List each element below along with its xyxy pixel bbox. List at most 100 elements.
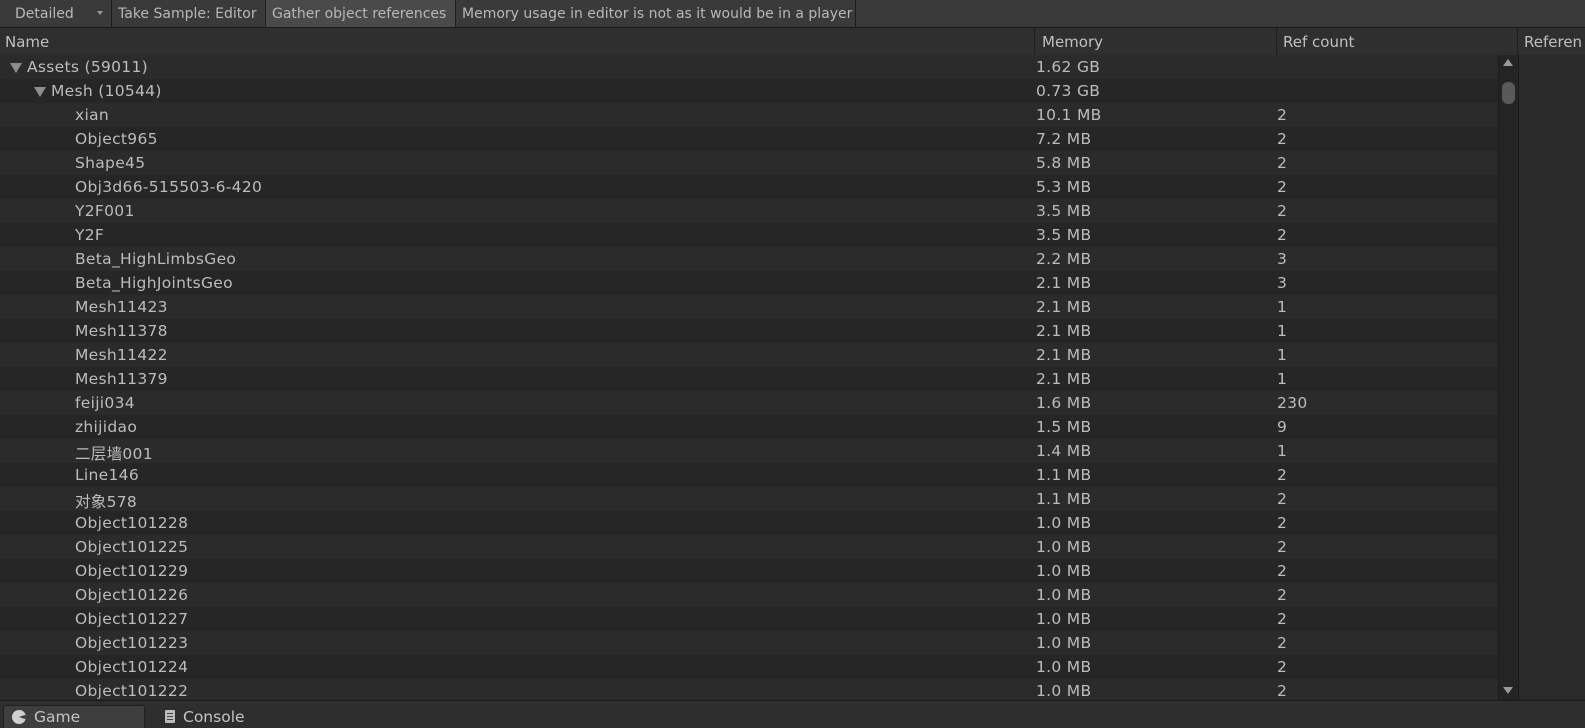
row-name: Object101222 bbox=[75, 682, 189, 700]
row-name: Mesh11422 bbox=[75, 346, 168, 364]
chevron-down-icon bbox=[97, 11, 103, 15]
row-name: Line146 bbox=[75, 466, 139, 484]
row-memory: 5.3 MB bbox=[1036, 178, 1092, 196]
tree-node-label: Mesh (10544) bbox=[51, 82, 162, 100]
scroll-down-arrow-icon[interactable] bbox=[1503, 687, 1513, 694]
row-memory: 7.2 MB bbox=[1036, 130, 1092, 148]
scroll-up-arrow-icon[interactable] bbox=[1503, 59, 1513, 66]
row-memory: 1.0 MB bbox=[1036, 634, 1092, 652]
tree-node-memory: 0.73 GB bbox=[1036, 82, 1101, 100]
row-ref-count: 2 bbox=[1277, 154, 1288, 172]
column-header-memory[interactable]: Memory bbox=[1036, 28, 1277, 55]
expand-triangle-icon[interactable] bbox=[10, 63, 22, 73]
table-row[interactable]: Mesh11423 2.1 MB 1 bbox=[0, 295, 1498, 319]
column-header-referenced-by[interactable]: Referen bbox=[1518, 28, 1585, 55]
take-sample-button[interactable]: Take Sample: Editor bbox=[112, 0, 266, 27]
row-memory: 1.0 MB bbox=[1036, 610, 1092, 628]
row-ref-count: 2 bbox=[1277, 610, 1288, 628]
row-name: Mesh11378 bbox=[75, 322, 168, 340]
row-name: Shape45 bbox=[75, 154, 146, 172]
table-row[interactable]: Y2F 3.5 MB 2 bbox=[0, 223, 1498, 247]
row-ref-count: 2 bbox=[1277, 178, 1288, 196]
table-row[interactable]: Beta_HighJointsGeo 2.1 MB 3 bbox=[0, 271, 1498, 295]
row-name: Object101225 bbox=[75, 538, 189, 556]
row-ref-count: 2 bbox=[1277, 466, 1288, 484]
mode-dropdown-label: Detailed bbox=[15, 5, 74, 22]
table-row[interactable]: 二层墙001 1.4 MB 1 bbox=[0, 439, 1498, 463]
row-memory: 1.0 MB bbox=[1036, 658, 1092, 676]
row-memory: 2.1 MB bbox=[1036, 370, 1092, 388]
table-row[interactable]: Obj3d66-515503-6-420 5.3 MB 2 bbox=[0, 175, 1498, 199]
tree-node-mesh[interactable]: Mesh (10544) 0.73 GB bbox=[0, 79, 1498, 103]
row-name: zhijidao bbox=[75, 418, 138, 436]
vertical-scrollbar[interactable] bbox=[1498, 55, 1517, 700]
row-name: Object965 bbox=[75, 130, 158, 148]
table-row[interactable]: Shape45 5.8 MB 2 bbox=[0, 151, 1498, 175]
table-row[interactable]: Y2F001 3.5 MB 2 bbox=[0, 199, 1498, 223]
table-row[interactable]: Line146 1.1 MB 2 bbox=[0, 463, 1498, 487]
table-row[interactable]: Object101225 1.0 MB 2 bbox=[0, 535, 1498, 559]
table-row[interactable]: Beta_HighLimbsGeo 2.2 MB 3 bbox=[0, 247, 1498, 271]
tab-console[interactable]: Console bbox=[157, 705, 297, 728]
row-name: Mesh11423 bbox=[75, 298, 168, 316]
row-name: 二层墙001 bbox=[75, 445, 153, 463]
expand-triangle-icon[interactable] bbox=[34, 87, 46, 97]
row-ref-count: 1 bbox=[1277, 322, 1288, 340]
row-ref-count: 2 bbox=[1277, 130, 1288, 148]
gather-references-toggle[interactable]: Gather object references bbox=[266, 0, 456, 27]
row-ref-count: 2 bbox=[1277, 658, 1288, 676]
tree-node-assets[interactable]: Assets (59011) 1.62 GB bbox=[0, 55, 1498, 79]
row-name: Y2F001 bbox=[75, 202, 135, 220]
table-row[interactable]: xian 10.1 MB 2 bbox=[0, 103, 1498, 127]
table-row[interactable]: Object101224 1.0 MB 2 bbox=[0, 655, 1498, 679]
table-row[interactable]: Mesh11379 2.1 MB 1 bbox=[0, 367, 1498, 391]
row-name: 对象578 bbox=[75, 493, 138, 511]
table-row[interactable]: Object101227 1.0 MB 2 bbox=[0, 607, 1498, 631]
row-ref-count: 2 bbox=[1277, 562, 1288, 580]
row-name: Object101227 bbox=[75, 610, 189, 628]
row-ref-count: 9 bbox=[1277, 418, 1288, 436]
row-memory: 1.0 MB bbox=[1036, 562, 1092, 580]
references-pane bbox=[1518, 55, 1585, 700]
row-ref-count: 3 bbox=[1277, 274, 1288, 292]
table-row[interactable]: feiji034 1.6 MB 230 bbox=[0, 391, 1498, 415]
console-log-icon bbox=[165, 710, 175, 723]
row-memory: 1.1 MB bbox=[1036, 490, 1092, 508]
table-row[interactable]: 对象578 1.1 MB 2 bbox=[0, 487, 1498, 511]
row-memory: 3.5 MB bbox=[1036, 202, 1092, 220]
tab-console-label: Console bbox=[183, 707, 245, 726]
column-header-ref-count[interactable]: Ref count bbox=[1277, 28, 1518, 55]
row-name: Object101228 bbox=[75, 514, 189, 532]
table-row[interactable]: Mesh11378 2.1 MB 1 bbox=[0, 319, 1498, 343]
table-row[interactable]: Object101228 1.0 MB 2 bbox=[0, 511, 1498, 535]
memory-tree-table: Assets (59011) 1.62 GB Mesh (10544) 0.73… bbox=[0, 55, 1498, 700]
row-ref-count: 2 bbox=[1277, 226, 1288, 244]
row-memory: 1.0 MB bbox=[1036, 586, 1092, 604]
mode-dropdown[interactable]: Detailed bbox=[0, 0, 112, 27]
column-header-name[interactable]: Name bbox=[0, 28, 1035, 55]
table-row[interactable]: Object965 7.2 MB 2 bbox=[0, 127, 1498, 151]
table-row[interactable]: Object101222 1.0 MB 2 bbox=[0, 679, 1498, 700]
row-ref-count: 1 bbox=[1277, 442, 1288, 460]
row-ref-count: 2 bbox=[1277, 586, 1288, 604]
row-memory: 1.0 MB bbox=[1036, 538, 1092, 556]
editor-memory-note: Memory usage in editor is not as it woul… bbox=[456, 0, 856, 27]
table-row[interactable]: Object101223 1.0 MB 2 bbox=[0, 631, 1498, 655]
row-name: Object101229 bbox=[75, 562, 189, 580]
table-row[interactable]: Mesh11422 2.1 MB 1 bbox=[0, 343, 1498, 367]
table-row[interactable]: Object101229 1.0 MB 2 bbox=[0, 559, 1498, 583]
row-ref-count: 2 bbox=[1277, 106, 1288, 124]
profiler-toolbar: Detailed Take Sample: Editor Gather obje… bbox=[0, 0, 1585, 28]
scrollbar-thumb[interactable] bbox=[1502, 82, 1515, 104]
row-name: Obj3d66-515503-6-420 bbox=[75, 178, 263, 196]
row-ref-count: 2 bbox=[1277, 490, 1288, 508]
row-ref-count: 1 bbox=[1277, 298, 1288, 316]
row-ref-count: 230 bbox=[1277, 394, 1308, 412]
table-row[interactable]: zhijidao 1.5 MB 9 bbox=[0, 415, 1498, 439]
table-row[interactable]: Object101226 1.0 MB 2 bbox=[0, 583, 1498, 607]
row-memory: 1.6 MB bbox=[1036, 394, 1092, 412]
tab-game[interactable]: Game bbox=[3, 705, 145, 728]
row-name: Mesh11379 bbox=[75, 370, 168, 388]
row-ref-count: 2 bbox=[1277, 682, 1288, 700]
tree-node-label: Assets (59011) bbox=[27, 58, 148, 76]
